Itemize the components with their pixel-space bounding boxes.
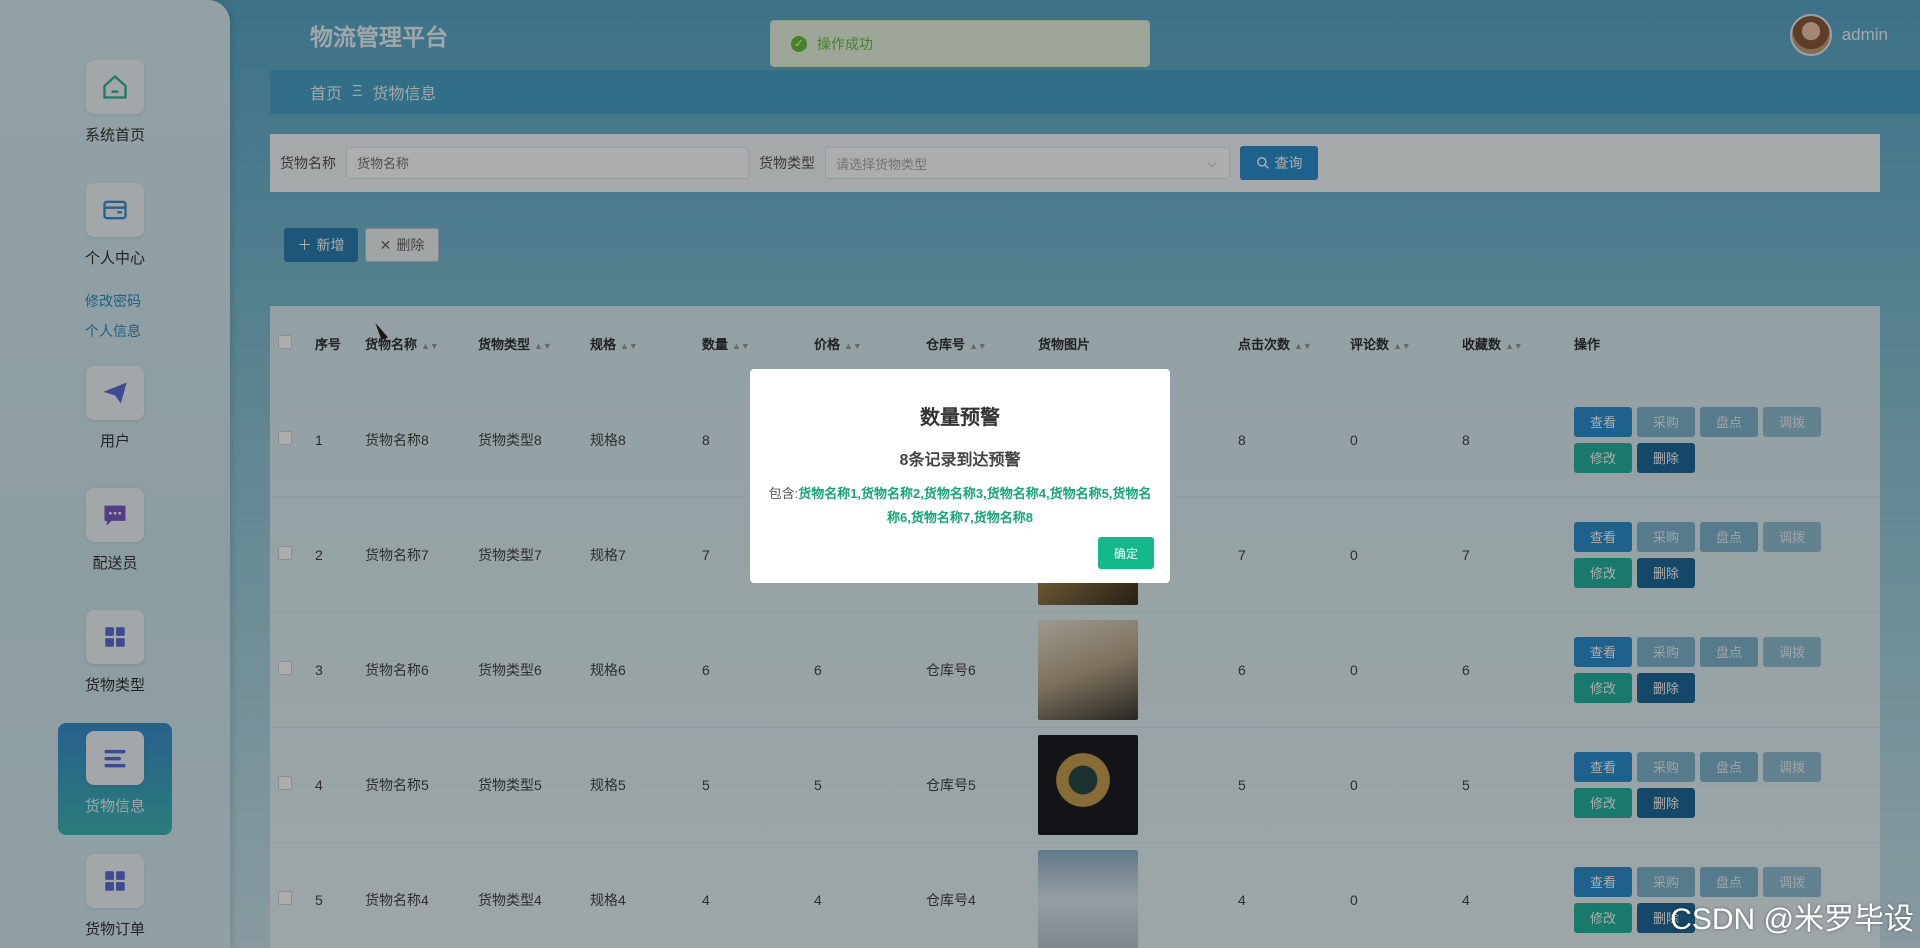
dialog-detail: 包含:货物名称1,货物名称2,货物名称3,货物名称4,货物名称5,货物名称6,货… <box>768 482 1152 530</box>
confirm-button[interactable]: 确定 <box>1098 537 1154 569</box>
dialog-message: 8条记录到达预警 <box>899 452 1021 469</box>
quantity-warning-dialog: 数量预警 8条记录到达预警 包含:货物名称1,货物名称2,货物名称3,货物名称4… <box>750 369 1170 583</box>
dialog-detail-names: 货物名称1,货物名称2,货物名称3,货物名称4,货物名称5,货物名称6,货物名称… <box>798 486 1152 525</box>
dialog-title: 数量预警 <box>920 407 1000 429</box>
watermark: CSDN @米罗毕设 <box>1670 903 1914 936</box>
dialog-detail-prefix: 包含: <box>768 486 799 501</box>
